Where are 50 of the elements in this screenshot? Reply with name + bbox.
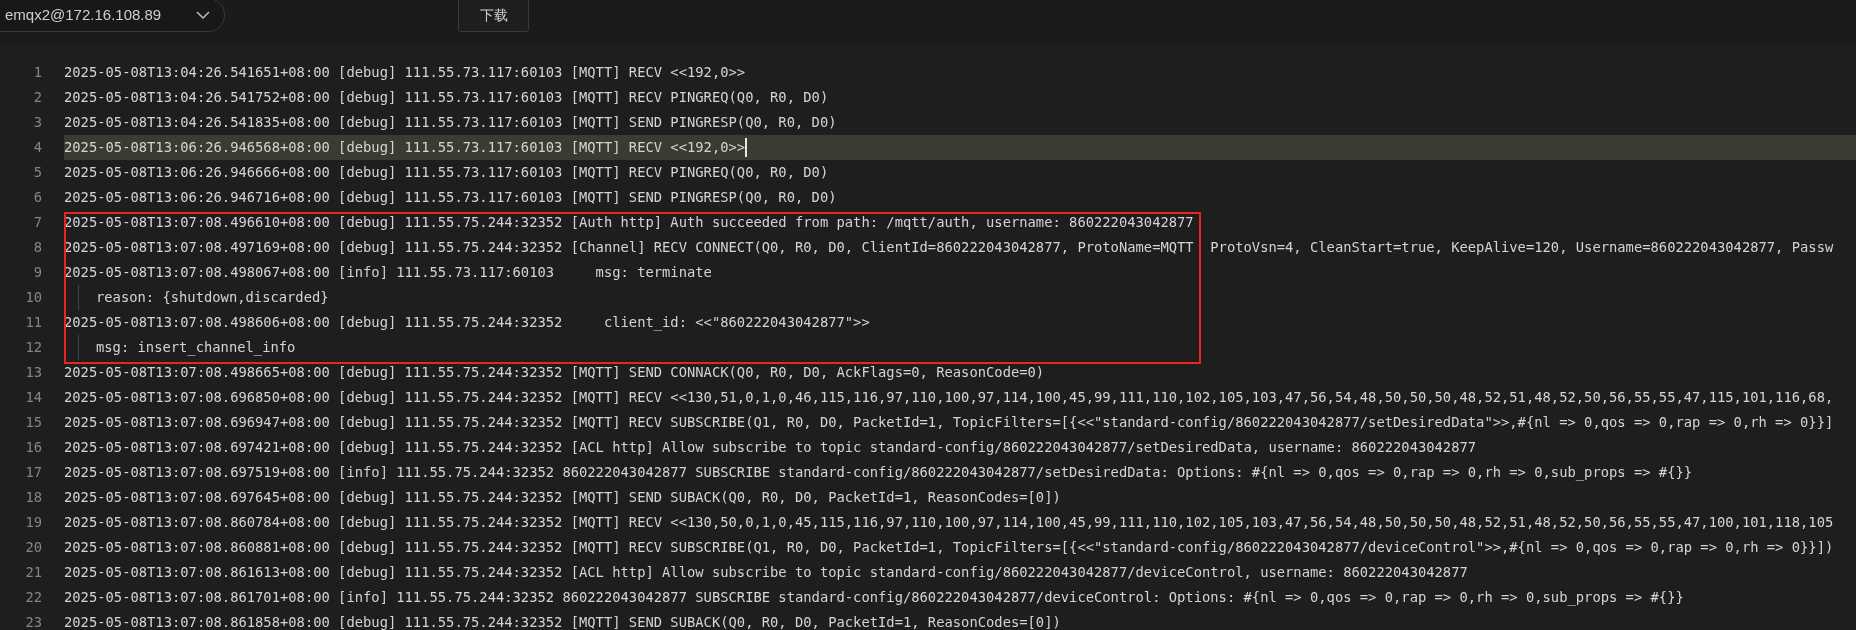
log-line-text: 2025-05-08T13:06:26.946666+08:00 [debug] 111.55.73.117:60103 [MQTT] RECV PINGREQ(Q0, R0, D0) — [64, 163, 829, 183]
log-line-text: 2025-05-08T13:07:08.860881+08:00 [debug] 111.55.75.244:32352 [MQTT] RECV SUBSCRIBE(Q1, R0, D0, PacketId=1, TopicFilters=[{<<"standard-config/860222043042877/deviceControl">>,#{nl => 0,qos => 0,rap => 0,rh => 0}}]) — [64, 538, 1834, 558]
log-line-text: 2025-05-08T13:04:26.541835+08:00 [debug] 111.55.73.117:60103 [MQTT] SEND PINGRESP(Q0, R0, D0) — [64, 113, 837, 133]
log-line-text: 2025-05-08T13:07:08.861613+08:00 [debug] 111.55.75.244:32352 [ACL http] Allow subscribe to topic standard-config/860222043042877/deviceControl, username: 860222043042877 — [64, 563, 1468, 583]
line-number: 20 — [24, 538, 42, 558]
line-number: 10 — [24, 288, 42, 308]
line-number: 17 — [24, 463, 42, 483]
log-line-text: 2025-05-08T13:07:08.860784+08:00 [debug] 111.55.75.244:32352 [MQTT] RECV <<130,50,0,1,0,45,115,116,97,110,100,97,114,100,45,99,111,110,102,105,103,47,56,54,48,50,50,50,48,52,51,48,52,50,56,55,55,47,100,101,118,105 — [64, 513, 1834, 533]
log-line-text: 2025-05-08T13:07:08.697645+08:00 [debug] 111.55.75.244:32352 [MQTT] SEND SUBACK(Q0, R0, D0, PacketId=1, ReasonCodes=[0]) — [64, 488, 1061, 508]
line-number: 11 — [24, 313, 42, 333]
line-number: 23 — [24, 613, 42, 630]
line-number: 14 — [24, 388, 42, 408]
node-select[interactable]: emqx2@172.16.108.89 — [0, 0, 225, 32]
log-line-text: 2025-05-08T13:07:08.861701+08:00 [info] 111.55.75.244:32352 860222043042877 SUBSCRIBE standard-config/860222043042877/deviceControl: Options: #{nl => 0,qos => 0,rap => 0,rh => 0,sub_props => #{}} — [64, 588, 1684, 608]
log-line-text: 2025-05-08T13:07:08.697421+08:00 [debug] 111.55.75.244:32352 [ACL http] Allow subscribe to topic standard-config/860222043042877/setDesiredData, username: 860222043042877 — [64, 438, 1477, 458]
log-line-text: 2025-05-08T13:07:08.498067+08:00 [info] 111.55.73.117:60103 msg: terminate — [64, 263, 712, 283]
line-number: 12 — [24, 338, 42, 358]
line-number: 18 — [24, 488, 42, 508]
line-number: 3 — [32, 113, 42, 133]
line-number: 13 — [24, 363, 42, 383]
log-line-text: 2025-05-08T13:07:08.498606+08:00 [debug] 111.55.75.244:32352 client_id: <<"860222043042877">> — [64, 313, 870, 333]
line-number: 8 — [32, 238, 42, 258]
line-number: 22 — [24, 588, 42, 608]
line-number: 2 — [32, 88, 42, 108]
log-line-text: 2025-05-08T13:06:26.946568+08:00 [debug] 111.55.73.117:60103 [MQTT] RECV <<192,0>> — [64, 138, 746, 158]
line-number: 16 — [24, 438, 42, 458]
line-number: 4 — [32, 138, 42, 158]
log-line-text: 2025-05-08T13:04:26.541651+08:00 [debug] 111.55.73.117:60103 [MQTT] RECV <<192,0>> — [64, 63, 746, 83]
line-number: 1 — [32, 63, 42, 83]
line-number: 21 — [24, 563, 42, 583]
log-line-text: 2025-05-08T13:07:08.696850+08:00 [debug] 111.55.75.244:32352 [MQTT] RECV <<130,51,0,1,0,46,115,116,97,110,100,97,114,100,45,99,111,110,102,105,103,47,56,54,48,50,50,50,48,52,51,48,52,50,56,55,55,47,115,101,116,68, — [64, 388, 1834, 408]
text-cursor — [745, 138, 748, 157]
log-line-text: 2025-05-08T13:07:08.498665+08:00 [debug] 111.55.75.244:32352 [MQTT] SEND CONNACK(Q0, R0, D0, AckFlags=0, ReasonCode=0) — [64, 363, 1045, 383]
log-line-text: 2025-05-08T13:04:26.541752+08:00 [debug] 111.55.73.117:60103 [MQTT] RECV PINGREQ(Q0, R0, D0) — [64, 88, 829, 108]
line-number: 7 — [32, 213, 42, 233]
log-line-text: reason: {shutdown,discarded} — [96, 288, 329, 308]
log-line-text: 2025-05-08T13:07:08.697519+08:00 [info] 111.55.75.244:32352 860222043042877 SUBSCRIBE standard-config/860222043042877/setDesiredData: Options: #{nl => 0,qos => 0,rap => 0,rh => 0,sub_props => #{}} — [64, 463, 1693, 483]
line-number: 19 — [24, 513, 42, 533]
chevron-down-icon — [196, 11, 210, 19]
log-line-text: msg: insert_channel_info — [96, 338, 296, 358]
line-number: 9 — [32, 263, 42, 283]
log-line-text: 2025-05-08T13:07:08.496610+08:00 [debug] 111.55.75.244:32352 [Auth http] Auth succeeded from path: /mqtt/auth, username: 860222043042877 — [64, 213, 1194, 233]
log-line-text: 2025-05-08T13:06:26.946716+08:00 [debug] 111.55.73.117:60103 [MQTT] SEND PINGRESP(Q0, R0, D0) — [64, 188, 837, 208]
download-button[interactable]: 下载 — [458, 0, 529, 32]
line-number: 5 — [32, 163, 42, 183]
line-number: 6 — [32, 188, 42, 208]
log-line-text: 2025-05-08T13:07:08.696947+08:00 [debug] 111.55.75.244:32352 [MQTT] RECV SUBSCRIBE(Q1, R0, D0, PacketId=1, TopicFilters=[{<<"standard-config/860222043042877/setDesiredData">>,#{nl => 0,qos => 0,rap => 0,rh => 0}}] — [64, 413, 1834, 433]
line-number: 15 — [24, 413, 42, 433]
log-line-text: 2025-05-08T13:07:08.497169+08:00 [debug] 111.55.75.244:32352 [Channel] RECV CONNECT(Q0, R0, D0, ClientId=860222043042877, ProtoName=MQTT ProtoVsn=4, CleanStart=true, KeepAlive=120, Username=860222043042877, Passw — [64, 238, 1834, 258]
log-line-text: 2025-05-08T13:07:08.861858+08:00 [debug] 111.55.75.244:32352 [MQTT] SEND SUBACK(Q0, R0, D0, PacketId=1, ReasonCodes=[0]) — [64, 613, 1061, 630]
